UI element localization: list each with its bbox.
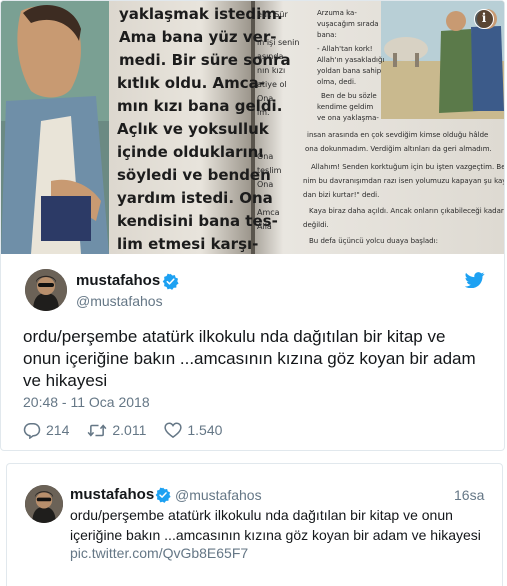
- right-column-line: yoldan bana sahip: [317, 67, 382, 75]
- book-photo: yaklaşmak istedim. Ama bana yüz ver- med…: [1, 1, 504, 254]
- embedded-tweet-text: ordu/perşembe atatürk ilkokulu nda dağıt…: [70, 507, 481, 543]
- right-page-line: Allahım! Senden korktuğum için bu işten …: [311, 163, 504, 171]
- svg-text:teslim: teslim: [257, 166, 282, 175]
- svg-text:atiye ol: atiye ol: [257, 80, 287, 89]
- embedded-media-link[interactable]: pic.twitter.com/QvGb8E65F7: [70, 545, 248, 561]
- avatar-image: [25, 485, 63, 523]
- embedded-tweet-card[interactable]: mustafahos @mustafahos 16sa ordu/perşemb…: [6, 463, 503, 586]
- svg-text:edi. Sür: edi. Sür: [257, 10, 288, 19]
- info-icon[interactable]: i: [474, 9, 494, 29]
- right-page-line: insan arasında en çok sevdiğim kimse old…: [307, 131, 488, 139]
- right-column-line: vuşacağım sırada: [317, 20, 379, 28]
- left-page-line: Ama bana yüz ver-: [119, 28, 276, 46]
- right-column-line: Allah'ın yasakladığı: [317, 56, 384, 64]
- tweet-actions: 214 2.011 1.540: [23, 419, 240, 441]
- svg-text:Ona: Ona: [257, 180, 273, 189]
- retweet-button[interactable]: 2.011: [87, 422, 146, 438]
- twitter-bird-icon[interactable]: [465, 272, 485, 288]
- right-page-line: ona dokunmadım. Verdiğim altınları da ge…: [305, 145, 492, 153]
- right-page-line: Kaya biraz daha açıldı. Ancak onların çı…: [309, 207, 504, 215]
- right-page-line: Bu defa üçüncü yolcu duaya başladı:: [309, 237, 438, 245]
- right-column-line: Arzuma ka-: [317, 9, 357, 17]
- embedded-avatar[interactable]: [25, 485, 63, 523]
- embedded-time[interactable]: 16sa: [454, 487, 484, 503]
- right-page-line: dan bizi kurtar!" dedi.: [303, 191, 379, 199]
- svg-text:Alla: Alla: [257, 222, 272, 231]
- verified-badge-icon: [162, 273, 179, 290]
- tweet-timestamp[interactable]: 20:48 - 11 Oca 2018: [23, 394, 150, 410]
- left-page-line: içinde olduklarını: [117, 143, 263, 161]
- retweet-icon: [87, 423, 107, 437]
- svg-text:ın işi senin: ın işi senin: [257, 38, 299, 47]
- svg-text:Amca: Amca: [257, 208, 280, 217]
- right-column-line: olma, dedi.: [317, 78, 356, 86]
- right-page-line: değildi.: [303, 221, 329, 229]
- svg-text:asında: asında: [257, 52, 283, 61]
- display-name[interactable]: mustafahos: [76, 272, 160, 289]
- heart-icon: [164, 422, 182, 438]
- tweet-text: ordu/perşembe atatürk ilkokulu nda dağıt…: [23, 327, 476, 390]
- left-page-line: kıtlık oldu. Amca-: [117, 74, 265, 92]
- right-column-line: Ben de bu sözle: [321, 92, 377, 100]
- right-page-line: nim bu davranışımdan razı isen yolumuzu …: [303, 177, 504, 185]
- right-column-line: - Allah'tan kork!: [317, 45, 373, 53]
- left-page-line: Açlık ve yoksulluk: [117, 120, 270, 138]
- tweet-media-photo[interactable]: yaklaşmak istedim. Ama bana yüz ver- med…: [1, 1, 504, 254]
- embedded-display-name[interactable]: mustafahos: [70, 486, 154, 503]
- left-page-line: söyledi ve benden: [117, 166, 271, 184]
- svg-text:Ona: Ona: [257, 94, 273, 103]
- like-count: 1.540: [187, 422, 223, 438]
- right-column-line: bana:: [317, 31, 337, 39]
- retweet-count: 2.011: [112, 422, 147, 438]
- reply-count: 214: [46, 422, 70, 438]
- right-column-line: ve ona yaklaşma-: [317, 114, 379, 122]
- avatar-image: [25, 269, 67, 311]
- handle[interactable]: @mustafahos: [76, 293, 163, 309]
- right-column-line: kendime geldim: [317, 103, 373, 111]
- left-page-line: yardım istedi. Ona: [117, 189, 273, 207]
- svg-text:ım.: ım.: [257, 108, 270, 117]
- svg-text:nın kızı: nın kızı: [257, 66, 285, 75]
- left-page-line: lim etmesi karşı-: [117, 235, 258, 253]
- left-page-line: kendisini bana tes-: [117, 212, 278, 230]
- embedded-handle[interactable]: @mustafahos: [175, 487, 262, 503]
- avatar[interactable]: [25, 269, 67, 311]
- reply-button[interactable]: 214: [23, 422, 69, 439]
- reply-icon: [23, 422, 41, 439]
- svg-text:Ona: Ona: [257, 152, 273, 161]
- tweet-card: yaklaşmak istedim. Ama bana yüz ver- med…: [0, 0, 505, 451]
- verified-badge-icon: [155, 487, 171, 503]
- like-button[interactable]: 1.540: [164, 422, 222, 438]
